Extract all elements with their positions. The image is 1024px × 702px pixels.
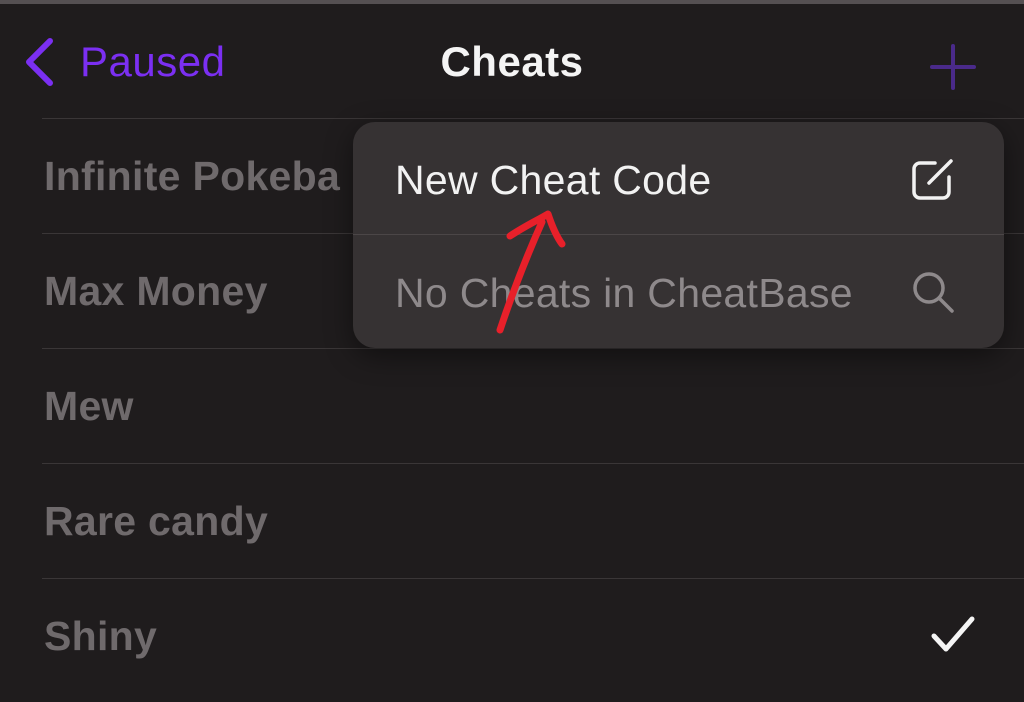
list-item[interactable]: Mew (42, 348, 1024, 463)
navigation-bar: Paused Cheats (0, 4, 1024, 118)
cheat-label: Infinite Pokeba (44, 153, 341, 199)
context-menu: New Cheat Code No Cheats in CheatBase (353, 122, 1004, 348)
cheat-label: Shiny (44, 613, 158, 659)
cheat-label: Rare candy (44, 498, 269, 544)
new-cheat-code-menu-item[interactable]: New Cheat Code (353, 122, 1004, 234)
page-title: Cheats (440, 38, 584, 85)
add-icon[interactable] (928, 42, 978, 92)
list-item[interactable]: Shiny (42, 578, 1024, 693)
cheat-label: Max Money (44, 268, 268, 314)
cheat-label: Mew (44, 383, 134, 429)
list-item[interactable]: Rare candy (42, 463, 1024, 578)
menu-item-label: No Cheats in CheatBase (395, 270, 853, 316)
search-icon (913, 272, 954, 313)
checkmark-icon (931, 616, 975, 652)
compose-icon (912, 159, 953, 200)
menu-item-label: New Cheat Code (395, 157, 712, 203)
cheatbase-menu-item[interactable]: No Cheats in CheatBase (353, 235, 1004, 347)
